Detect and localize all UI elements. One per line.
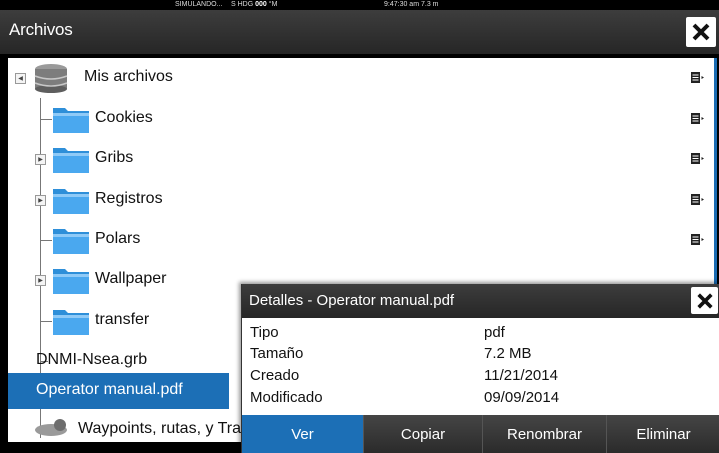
- database-icon: [34, 64, 68, 93]
- item-menu-icon[interactable]: [691, 113, 704, 124]
- heading-readout: S HDG 000 °M: [231, 0, 277, 10]
- tree-item-label: DNMI-Nsea.grb: [36, 351, 148, 368]
- delete-button[interactable]: Eliminar: [607, 415, 719, 453]
- window-title: Archivos: [9, 20, 73, 39]
- tree-item-label: Operator manual.pdf: [36, 381, 183, 398]
- waypoints-icon: [35, 419, 67, 436]
- close-icon: [696, 292, 713, 309]
- close-icon: [692, 23, 710, 41]
- tree-row-registros[interactable]: ▶ Registros: [8, 180, 714, 220]
- detail-value: 09/09/2014: [484, 389, 560, 406]
- tree-row-root[interactable]: ◀ Mis archivos: [8, 58, 714, 98]
- tree-row-cookies[interactable]: Cookies: [8, 99, 714, 139]
- rename-button[interactable]: Renombrar: [483, 415, 607, 453]
- tree-item-label: Polars: [95, 230, 141, 247]
- tree-connector: [40, 240, 52, 241]
- detail-value: 11/21/2014: [484, 367, 558, 384]
- heading-unit: °M: [268, 1, 278, 8]
- detail-row-type: Tipo pdf: [250, 321, 710, 343]
- close-details-button[interactable]: [691, 287, 718, 314]
- folder-icon: [53, 229, 89, 254]
- tree-item-label: Waypoints, rutas, y Tracks: [78, 420, 266, 437]
- detail-row-created: Creado 11/21/2014: [250, 364, 710, 386]
- tree-item-label: Mis archivos: [84, 68, 173, 85]
- tree-item-label: transfer: [95, 311, 150, 328]
- details-title: Detalles - Operator manual.pdf: [249, 292, 455, 309]
- folder-icon: [53, 189, 89, 214]
- clock-time: 9:47:30 am: [384, 1, 420, 8]
- detail-value: pdf: [484, 324, 505, 341]
- tree-item-label: Cookies: [95, 109, 153, 126]
- heading-value: 000: [255, 1, 267, 8]
- view-button[interactable]: Ver: [242, 415, 364, 453]
- folder-icon: [53, 148, 89, 173]
- depth-readout: 7.3 m: [420, 1, 439, 8]
- detail-key: Tipo: [250, 324, 279, 341]
- window-title-bar: Archivos: [0, 10, 719, 54]
- detail-row-modified: Modificado 09/09/2014: [250, 386, 710, 408]
- expand-icon[interactable]: ▶: [35, 154, 46, 165]
- detail-key: Creado: [250, 367, 300, 384]
- clock: 9:47:30 am 7.3 m: [384, 0, 439, 10]
- tree-connector: [40, 321, 52, 322]
- expand-icon[interactable]: ▶: [35, 275, 46, 286]
- tree-row-operator-manual[interactable]: Operator manual.pdf: [8, 373, 229, 409]
- detail-value: 7.2 MB: [484, 345, 532, 362]
- item-menu-icon[interactable]: [691, 194, 704, 205]
- detail-key: Modificado: [250, 389, 323, 406]
- tree-row-gribs[interactable]: ▶ Gribs: [8, 139, 714, 179]
- details-title-bar: Detalles - Operator manual.pdf: [242, 284, 719, 318]
- close-window-button[interactable]: [686, 17, 716, 47]
- expand-icon[interactable]: ▶: [35, 195, 46, 206]
- detail-row-size: Tamaño 7.2 MB: [250, 342, 710, 364]
- heading-label: S HDG: [231, 1, 254, 8]
- status-bar: SIMULANDO... S HDG 000 °M 9:47:30 am 7.3…: [0, 0, 719, 10]
- details-action-bar: Ver Copiar Renombrar Eliminar: [242, 415, 719, 453]
- copy-button[interactable]: Copiar: [364, 415, 483, 453]
- item-menu-icon[interactable]: [691, 72, 704, 83]
- collapse-icon[interactable]: ◀: [15, 73, 26, 84]
- folder-icon: [53, 269, 89, 294]
- tree-item-label: Gribs: [95, 149, 134, 166]
- tree-connector: [40, 119, 52, 120]
- tree-row-polars[interactable]: Polars: [8, 220, 714, 260]
- tree-item-label: Wallpaper: [95, 270, 167, 287]
- folder-icon: [53, 310, 89, 335]
- item-menu-icon[interactable]: [691, 234, 704, 245]
- item-menu-icon[interactable]: [691, 153, 704, 164]
- tree-item-label: Registros: [95, 190, 163, 207]
- detail-key: Tamaño: [250, 345, 304, 362]
- folder-icon: [53, 108, 89, 133]
- simulation-status: SIMULANDO...: [175, 1, 223, 8]
- details-dialog: Detalles - Operator manual.pdf Tipo pdf …: [241, 284, 719, 453]
